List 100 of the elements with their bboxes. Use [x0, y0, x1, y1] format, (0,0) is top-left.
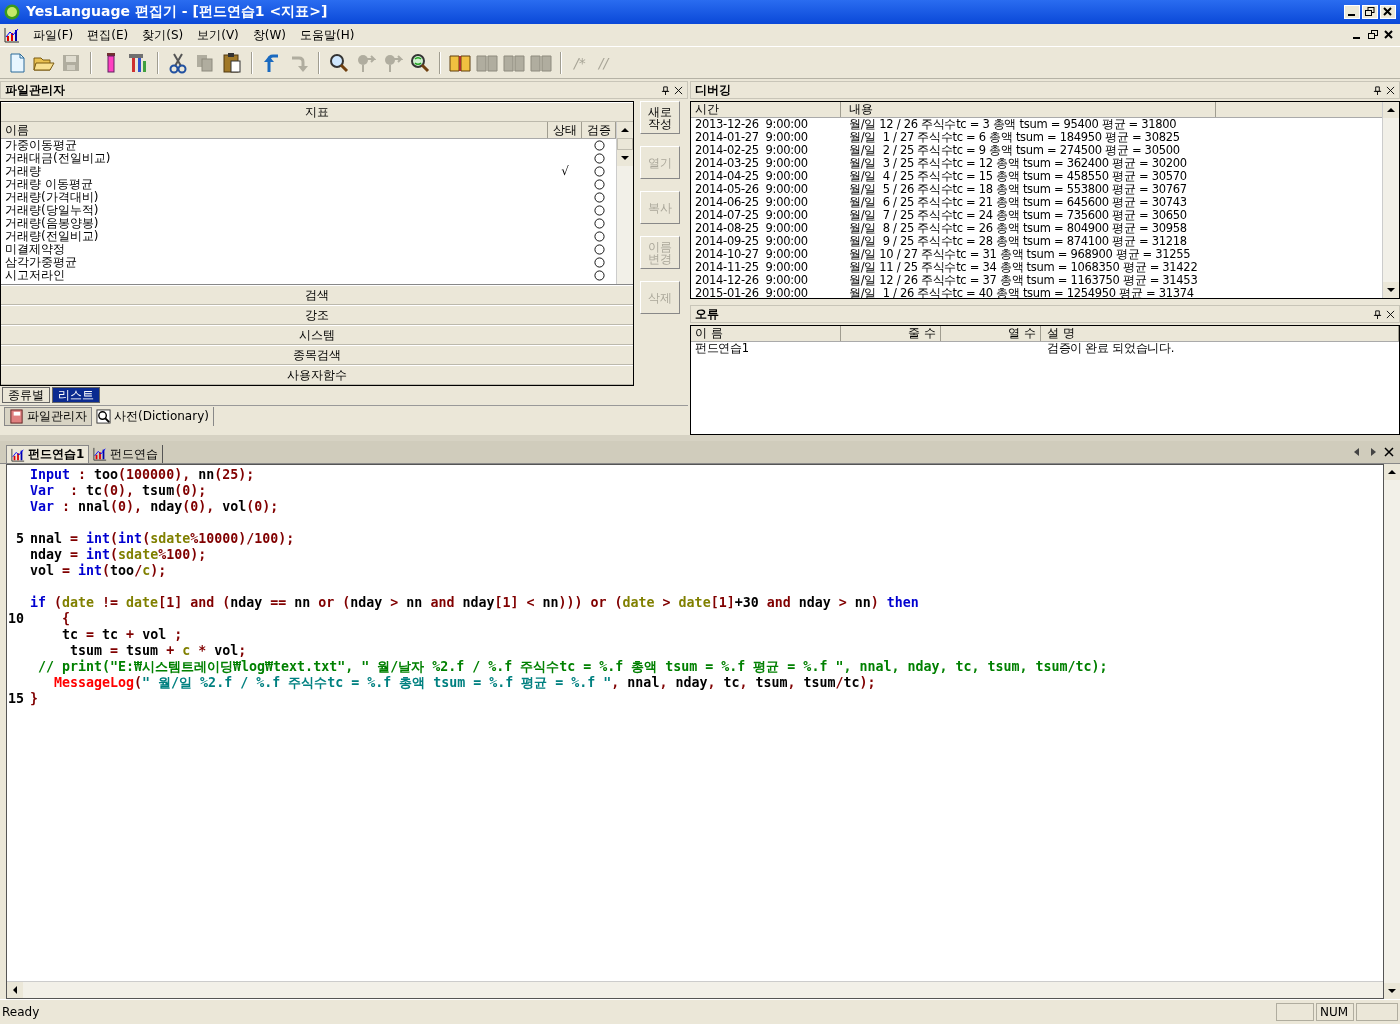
menu-item[interactable]: 창(W) [245, 26, 293, 44]
app-logo-icon [4, 4, 20, 20]
side-button[interactable]: 새로작성 [640, 101, 680, 134]
column-header[interactable]: 줄 수 [841, 326, 941, 341]
circle-icon [593, 205, 605, 216]
list-item[interactable]: 거래량 [1, 165, 548, 178]
magnifier-icon [96, 409, 111, 424]
window-title: YesLanguage 편집기 - [펀드연습1 <지표>] [26, 3, 329, 21]
left-arrow-icon[interactable] [1352, 447, 1362, 457]
circle-icon [593, 153, 605, 164]
scroll-thumb[interactable] [617, 138, 633, 150]
clipboard-icon[interactable] [222, 51, 242, 74]
column-header[interactable]: 시간 [691, 102, 841, 117]
list-item[interactable]: 거래량(전일비교) [1, 230, 548, 243]
list-item[interactable]: 시고저라인 [1, 269, 548, 282]
code-line: } [30, 691, 38, 707]
list-item[interactable]: 삼각가중평균 [1, 256, 548, 269]
pin-icon[interactable] [1373, 309, 1382, 319]
scrollbar[interactable] [7, 981, 1383, 998]
category-bar[interactable]: 시스템 [1, 325, 633, 345]
circle-icon [593, 218, 605, 229]
list-item[interactable]: 거래량 이동평균 [1, 178, 548, 191]
category-header[interactable]: 지표 [1, 102, 633, 122]
new-file-icon[interactable] [7, 52, 27, 73]
code-line: vol = int(too/c); [30, 563, 167, 579]
column-header[interactable]: 상태 [548, 122, 582, 138]
list-item[interactable]: 거래량(음봉양봉) [1, 217, 548, 230]
close-icon[interactable] [1382, 29, 1396, 41]
column-header[interactable]: 내용 [841, 102, 1216, 117]
code-line: tc = tc + vol ; [61, 627, 183, 643]
code-line: nday = int(sdate%100); [30, 547, 207, 563]
column-header[interactable]: 열 수 [941, 326, 1041, 341]
close-icon[interactable] [1386, 309, 1395, 319]
table-cell-text: 2014-02-25 9:00:00 [694, 144, 809, 157]
restore-icon[interactable] [1366, 29, 1380, 41]
list-item[interactable]: 거래량(가격대비) [1, 191, 548, 204]
status-check: √ [561, 165, 569, 178]
scrollbar[interactable] [1384, 464, 1400, 999]
book-icon[interactable] [449, 52, 471, 73]
close-icon[interactable] [674, 85, 683, 95]
panel-tab[interactable]: 파일관리자 [4, 407, 92, 426]
category-bar[interactable]: 사용자함수 [1, 365, 633, 385]
close-icon[interactable] [1386, 85, 1395, 95]
menu-item[interactable]: 편집(E) [80, 26, 136, 44]
line-number: 15 [8, 691, 24, 706]
line-number: 5 [16, 531, 24, 546]
list-item[interactable]: 가중이동평균 [1, 139, 548, 152]
document-tab[interactable]: 펀드연습1 [6, 445, 90, 463]
table-cell-text: 2015-01-26 9:00:00 [694, 287, 809, 298]
column-header[interactable]: 설 명 [1041, 326, 1399, 341]
code-line: Var : nnal(0), nday(0), vol(0); [30, 499, 279, 515]
column-header[interactable]: 이름 [1, 122, 548, 138]
table-cell-text: 월/일 1 / 27 주식수tc = 6 총액 tsum = 184950 평균 = 30825 [848, 131, 1181, 144]
status-indicator: NUM [1316, 1003, 1354, 1021]
menu-item[interactable]: 파일(F) [26, 26, 81, 44]
table-cell-text: 월/일 12 / 26 주식수tc = 37 총액 tsum = 1163750 평균 = 31453 [848, 274, 1199, 287]
table-cell-text: 검증이 완료 되었습니다. [1046, 342, 1176, 355]
search-icon[interactable] [329, 52, 349, 73]
code-line: MessageLog(" 월/일 %2.f / %.f 주식수tc = %.f 총액 tsum = %.f 평균 = %.f ", nnal, nday, tc, tsum, tsum/tc); [53, 675, 876, 691]
category-bar[interactable]: 검색 [1, 285, 633, 305]
pin-icon[interactable] [661, 85, 670, 95]
list-item[interactable]: 거래량(당일누적) [1, 204, 548, 217]
menu-item[interactable]: 보기(V) [190, 26, 246, 44]
panel-title: 오류 [695, 305, 720, 323]
magnifier-arrows-icon[interactable] [410, 52, 430, 73]
table-cell-text: 월/일 6 / 25 주식수tc = 21 총액 tsum = 645600 평균 = 30743 [848, 196, 1188, 209]
restore-icon[interactable] [1362, 5, 1378, 19]
category-bar[interactable]: 강조 [1, 305, 633, 325]
list-item[interactable]: 거래대금(전일비교) [1, 152, 548, 165]
category-bar[interactable]: 종목검색 [1, 345, 633, 365]
scrollbar[interactable] [616, 122, 633, 284]
document-tab[interactable]: 펀드연습 [89, 445, 164, 463]
circle-icon [593, 270, 605, 281]
view-tab[interactable]: 리스트 [52, 387, 100, 403]
minimize-icon[interactable] [1344, 5, 1360, 19]
panel-tab[interactable]: 사전(Dictionary) [92, 407, 214, 426]
circle-icon [593, 244, 605, 255]
column-header[interactable]: 이 름 [691, 326, 841, 341]
table-cell-text: 2013-12-26 9:00:00 [694, 118, 809, 131]
menu-item[interactable]: 도움말(H) [293, 26, 362, 44]
tools-icon[interactable] [127, 51, 149, 74]
table-cell-text: 월/일 3 / 25 주식수tc = 12 총액 tsum = 362400 평균 = 30200 [848, 157, 1188, 170]
table-cell-text: 2014-05-26 9:00:00 [694, 183, 809, 196]
status-pane [1276, 1003, 1314, 1021]
line-number: 10 [8, 611, 24, 626]
menu-item[interactable]: 찾기(S) [135, 26, 191, 44]
view-tab[interactable]: 종류별 [2, 387, 50, 403]
chart-icon [4, 27, 20, 43]
table-cell-text: 2014-07-25 9:00:00 [694, 209, 809, 222]
table-cell-text: 2014-12-26 9:00:00 [694, 274, 809, 287]
right-arrow-icon[interactable] [1368, 447, 1378, 457]
table-cell-text: 펀드연습1 [694, 342, 750, 355]
pin-icon[interactable] [1373, 85, 1382, 95]
scrollbar[interactable] [1382, 102, 1399, 298]
close-icon[interactable] [1384, 447, 1394, 457]
scissors-icon[interactable] [168, 51, 188, 74]
code-line: nnal = int(int(sdate%10000)/100); [30, 531, 295, 547]
circle-icon [593, 257, 605, 268]
list-item[interactable]: 미결제약정 [1, 243, 548, 256]
code-line: if (date != date[1] and (nday == nn or (nday > nn and nday[1] < nn))) or (date > date[1]+30 and nday > nn) then [30, 595, 919, 611]
